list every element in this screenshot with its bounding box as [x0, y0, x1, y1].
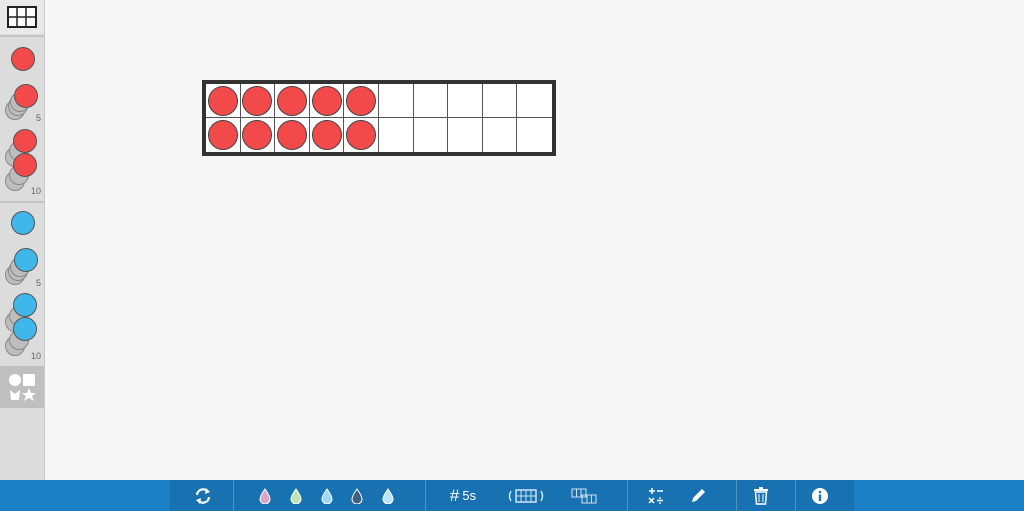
ten-frames-icon	[508, 488, 544, 503]
fives-toggle-button[interactable]: # 5s	[444, 480, 482, 511]
blue-counter-1-button[interactable]	[0, 204, 44, 244]
grid-toggle-button[interactable]	[569, 480, 599, 511]
blue-counter-stack-icon	[14, 248, 38, 272]
drop-color-4-button[interactable]	[348, 480, 366, 511]
blue-counter-stack-icon	[13, 317, 37, 341]
red-counter[interactable]	[346, 120, 377, 150]
ten-frame-cell[interactable]	[206, 118, 241, 152]
drop-icon	[382, 487, 394, 504]
ten-frame-tool-button[interactable]	[0, 0, 44, 34]
red-counter[interactable]	[346, 85, 377, 116]
info-icon	[812, 487, 828, 504]
ten-frame-cell[interactable]	[483, 118, 518, 152]
ten-frame-cell[interactable]	[309, 84, 345, 118]
ten-frame-cell[interactable]	[344, 118, 379, 152]
ten-frame-cell[interactable]	[448, 118, 483, 152]
ten-frame-cell[interactable]	[241, 118, 276, 152]
red-counter-icon	[11, 47, 35, 71]
shapes-icon	[9, 374, 36, 401]
ten-frames-toggle-button[interactable]	[506, 480, 546, 511]
ten-frame-cell[interactable]	[414, 118, 449, 152]
red-counter[interactable]	[311, 85, 342, 116]
red-counter-10-button[interactable]: 10	[0, 127, 44, 199]
drop-icon	[321, 487, 333, 504]
drop-color-5-button[interactable]	[379, 480, 397, 511]
red-counter-5-button[interactable]: 5	[0, 80, 44, 126]
ten-frame-cell[interactable]	[378, 84, 414, 118]
trash-button[interactable]	[751, 480, 771, 511]
ten-frame-cell[interactable]	[344, 84, 379, 118]
red-counter[interactable]	[207, 120, 238, 150]
stack-count-label: 10	[30, 351, 41, 361]
pencil-button[interactable]	[688, 480, 708, 511]
grid-icon	[7, 6, 37, 28]
red-counter[interactable]	[276, 85, 307, 116]
red-counter-1-button[interactable]	[0, 38, 44, 78]
shapes-tool-button[interactable]	[0, 366, 44, 408]
refresh-icon	[195, 487, 211, 504]
ten-frame-cell[interactable]	[240, 84, 276, 118]
drop-color-1-button[interactable]	[256, 480, 274, 511]
operations-icon	[648, 487, 663, 504]
drop-icon	[290, 487, 302, 504]
refresh-button[interactable]	[188, 480, 218, 511]
red-counter-stack-icon	[13, 153, 37, 177]
blue-counter-5-button[interactable]: 5	[0, 245, 44, 291]
red-counter-stack-icon	[13, 129, 37, 153]
operations-button[interactable]	[645, 480, 667, 511]
trash-icon	[754, 486, 768, 505]
red-counter-stack-icon	[14, 84, 38, 108]
grid-toggle-icon	[571, 488, 597, 503]
drop-icon	[259, 487, 271, 504]
red-counter[interactable]	[242, 85, 273, 116]
drop-color-2-button[interactable]	[287, 480, 305, 511]
ten-frame-cell[interactable]	[206, 84, 241, 118]
ten-frame-cell[interactable]	[448, 84, 483, 118]
ten-frame-cell[interactable]	[275, 118, 310, 152]
stack-count-label: 5	[35, 278, 41, 288]
blue-counter-icon	[11, 211, 35, 235]
stack-count-label: 5	[35, 113, 41, 123]
ten-frame-cell[interactable]	[275, 84, 310, 118]
blue-counter-10-button[interactable]: 10	[0, 292, 44, 364]
ten-frame-cell[interactable]	[517, 84, 552, 118]
ten-frame[interactable]	[202, 80, 556, 156]
ten-frame-cell[interactable]	[379, 118, 414, 152]
hash-icon: #	[449, 485, 460, 505]
red-counter[interactable]	[276, 120, 307, 150]
red-counter[interactable]	[207, 85, 238, 116]
red-counter[interactable]	[242, 120, 273, 150]
stack-count-label: 10	[30, 186, 41, 196]
ten-frame-cell[interactable]	[482, 84, 518, 118]
drop-icon	[351, 487, 363, 504]
ten-frame-cell[interactable]	[310, 118, 345, 152]
ten-frame-cell[interactable]	[413, 84, 449, 118]
fives-label: 5s	[462, 488, 477, 503]
blue-counter-stack-icon	[13, 293, 37, 317]
info-button[interactable]	[810, 480, 830, 511]
ten-frame-cell[interactable]	[517, 118, 552, 152]
bottom-toolbar: # 5s	[0, 480, 1024, 511]
tool-sidebar: 5 10 5 10	[0, 0, 45, 480]
red-counter[interactable]	[311, 120, 342, 150]
drop-color-3-button[interactable]	[318, 480, 336, 511]
pencil-icon	[692, 488, 705, 502]
